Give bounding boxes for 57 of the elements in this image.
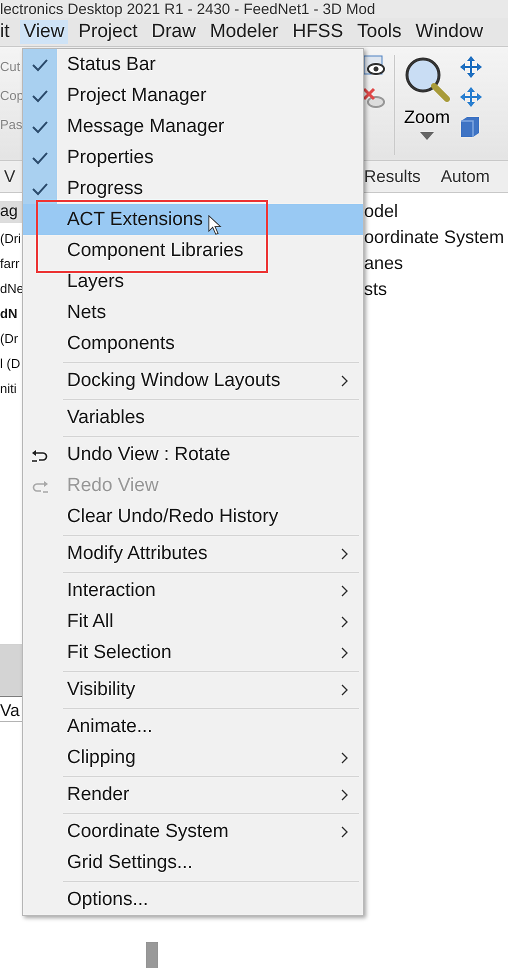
mouse-cursor-icon xyxy=(208,215,222,235)
magnifier-icon xyxy=(403,55,451,103)
tree-item[interactable]: dN xyxy=(0,306,24,325)
menu-item[interactable]: Status Bar xyxy=(23,49,363,80)
tree-item[interactable]: sts xyxy=(364,279,504,301)
ribbon-tab[interactable]: Autom xyxy=(430,166,500,186)
menu-item[interactable]: Options... xyxy=(23,884,363,915)
scrollbar[interactable] xyxy=(146,942,158,968)
hide-eye-icon[interactable] xyxy=(362,87,386,111)
menu-item[interactable]: Undo View : Rotate xyxy=(23,439,363,470)
menu-bar-item[interactable]: Modeler xyxy=(206,20,282,44)
menu-bar-item[interactable]: Tools xyxy=(353,20,406,44)
menu-bar-item[interactable]: Draw xyxy=(147,20,200,44)
redo-icon xyxy=(31,478,49,492)
menu-item[interactable]: Layers xyxy=(23,266,363,297)
tree-item[interactable]: anes xyxy=(364,253,504,275)
menu-item[interactable]: Visibility xyxy=(23,674,363,705)
menu-item[interactable]: Variables xyxy=(23,402,363,433)
menu-item[interactable]: Grid Settings... xyxy=(23,847,363,878)
panel-title-bar xyxy=(0,644,24,697)
menu-item[interactable]: Components xyxy=(23,328,363,359)
panel-header: ag xyxy=(0,203,18,221)
menu-item[interactable]: Project Manager xyxy=(23,80,363,111)
menu-bar-item[interactable]: View xyxy=(20,20,68,44)
tree-item[interactable]: (Dr xyxy=(0,331,24,350)
menu-item[interactable]: Nets xyxy=(23,297,363,328)
menu-item[interactable]: Modify Attributes xyxy=(23,538,363,569)
zoom-button[interactable]: Zoom xyxy=(403,55,451,140)
tree-item[interactable]: farr xyxy=(0,256,24,275)
tree-item[interactable]: oordinate System xyxy=(364,227,504,249)
menu-item[interactable]: Clear Undo/Redo History xyxy=(23,501,363,532)
menu-item[interactable]: Docking Window Layouts xyxy=(23,365,363,396)
ribbon-tab[interactable]: V xyxy=(0,166,22,186)
tree-item[interactable]: (Dri xyxy=(0,231,24,250)
tree-item[interactable]: odel xyxy=(364,201,504,223)
tree-item[interactable]: dNe xyxy=(0,281,24,300)
menu-item[interactable]: ACT Extensions xyxy=(23,204,363,235)
menu-item[interactable]: Message Manager xyxy=(23,111,363,142)
tree-item[interactable]: l (D xyxy=(0,356,24,375)
cube-icon[interactable] xyxy=(459,115,481,139)
menu-item[interactable]: Component Libraries xyxy=(23,235,363,266)
menu-item[interactable]: Render xyxy=(23,779,363,810)
menu-bar-item[interactable]: it xyxy=(0,20,14,44)
menu-item[interactable]: Fit Selection xyxy=(23,637,363,668)
menu-bar-item[interactable]: Project xyxy=(74,20,142,44)
menu-item[interactable]: Animate... xyxy=(23,711,363,742)
menu-bar-item[interactable]: Window xyxy=(412,20,488,44)
menu-item[interactable]: Fit All xyxy=(23,606,363,637)
menu-item[interactable]: Clipping xyxy=(23,742,363,773)
caret-icon xyxy=(420,132,434,140)
menu-bar-item[interactable]: HFSS xyxy=(288,20,348,44)
menu-item[interactable]: Coordinate System xyxy=(23,816,363,847)
pan-icon[interactable] xyxy=(459,55,483,79)
tree-item[interactable]: niti xyxy=(0,381,24,400)
menu-item[interactable]: Interaction xyxy=(23,575,363,606)
window-title: lectronics Desktop 2021 R1 - 2430 - FeedNet1 - 3D Mod xyxy=(0,0,376,18)
undo-icon xyxy=(31,448,49,462)
